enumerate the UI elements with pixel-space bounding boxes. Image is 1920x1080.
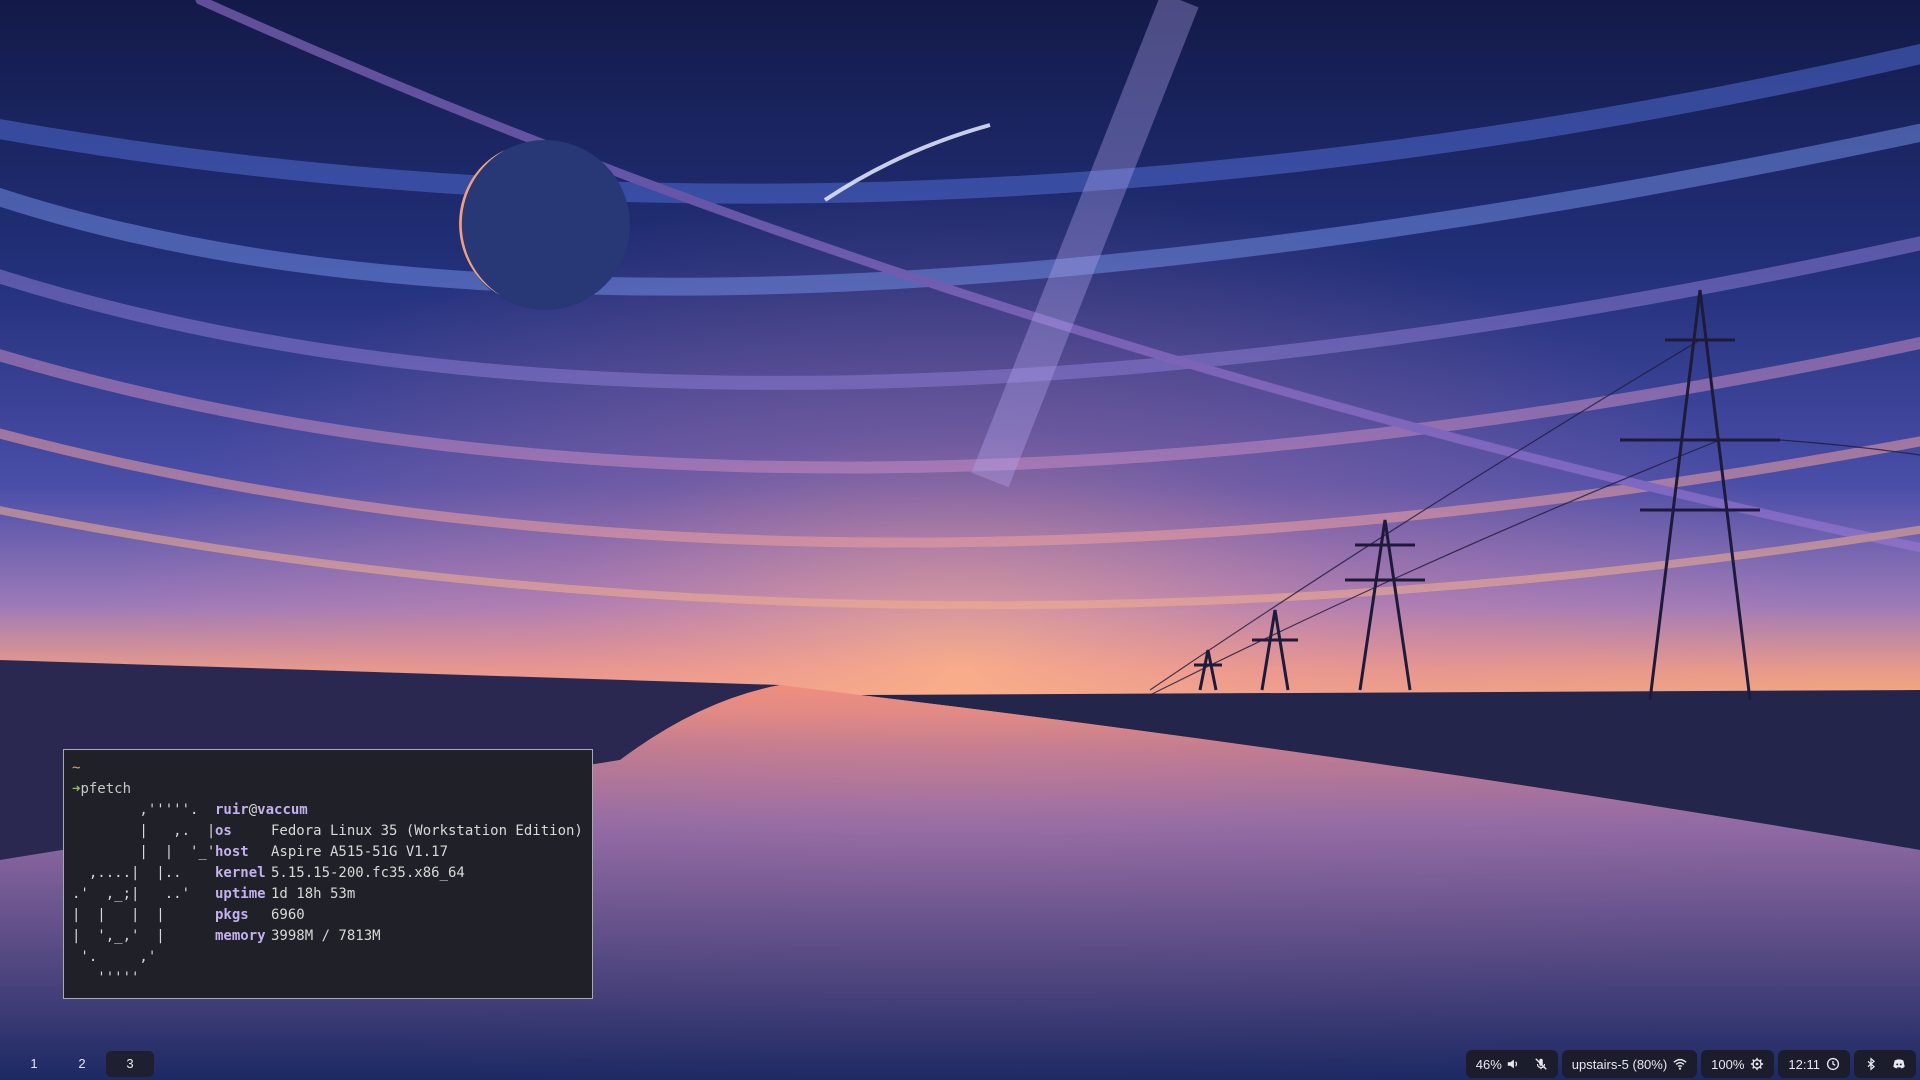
network-module[interactable]: upstairs-5 (80%) xyxy=(1561,1050,1698,1078)
wifi-icon xyxy=(1673,1057,1687,1071)
info-row-uptime: uptime 1d 18h 53m xyxy=(215,886,356,902)
clock-icon xyxy=(1826,1057,1840,1071)
logo-line: | ',_,' | xyxy=(72,928,165,944)
info-row-pkgs: pkgs 6960 xyxy=(215,907,305,923)
info-row-kernel: kernel 5.15.15-200.fc35.x86_64 xyxy=(215,865,465,881)
status-bar: 1 2 3 46% upstairs-5 (80%) 100% 12:11 xyxy=(0,1048,1920,1080)
tray-module xyxy=(1854,1050,1916,1078)
clock-module[interactable]: 12:11 xyxy=(1778,1050,1850,1078)
bluetooth-icon[interactable] xyxy=(1864,1057,1878,1071)
logo-line: ,'''''. xyxy=(72,802,199,818)
logo-line: | | '_' xyxy=(72,844,216,860)
workspace-2[interactable]: 2 xyxy=(58,1051,106,1077)
fedora-ascii-logo: ,'''''. | ,. | | | '_' ,....| |.. .' ,_;… xyxy=(72,800,215,989)
logo-line: ,....| |.. xyxy=(72,865,182,881)
status-modules: 46% upstairs-5 (80%) 100% 12:11 xyxy=(1462,1050,1916,1078)
terminal-command: pfetch xyxy=(80,781,132,797)
logo-line: | | | | xyxy=(72,907,165,923)
terminal-prompt: ➜pfetch xyxy=(72,779,131,800)
info-row-memory: memory 3998M / 7813M xyxy=(215,928,381,944)
volume-value: 46% xyxy=(1475,1056,1502,1072)
mic-muted-icon[interactable] xyxy=(1534,1057,1548,1071)
clock-time: 12:11 xyxy=(1788,1056,1820,1072)
audio-module: 46% xyxy=(1465,1050,1558,1078)
logo-line: .' ,_;| ..' xyxy=(72,886,191,902)
terminal-cwd: ~ xyxy=(72,760,81,776)
info-row-host: host Aspire A515-51G V1.17 xyxy=(215,844,449,860)
info-row-os: os Fedora Linux 35 (Workstation Edition) xyxy=(215,823,583,839)
cpu-value: 100% xyxy=(1711,1056,1745,1072)
workspace-1[interactable]: 1 xyxy=(10,1051,58,1077)
volume-control[interactable]: 46% xyxy=(1476,1057,1520,1072)
workspace-switcher: 1 2 3 xyxy=(10,1051,154,1077)
gear-icon xyxy=(1750,1057,1764,1071)
discord-icon[interactable] xyxy=(1892,1057,1906,1071)
network-name: upstairs-5 (80%) xyxy=(1571,1056,1668,1072)
system-info: ruir@vaccum os Fedora Linux 35 (Workstati… xyxy=(215,800,583,947)
user-host: ruir@vaccum xyxy=(215,802,308,818)
logo-line: '. ,' xyxy=(72,949,157,965)
cpu-module[interactable]: 100% xyxy=(1701,1050,1775,1078)
workspace-3[interactable]: 3 xyxy=(106,1051,154,1077)
logo-line: | ,. | xyxy=(72,823,216,839)
logo-line: ''''' xyxy=(72,970,140,986)
terminal-window[interactable]: ~ ➜pfetch ,'''''. | ,. | | | '_' ,....| … xyxy=(63,749,593,999)
speaker-icon xyxy=(1506,1057,1520,1071)
